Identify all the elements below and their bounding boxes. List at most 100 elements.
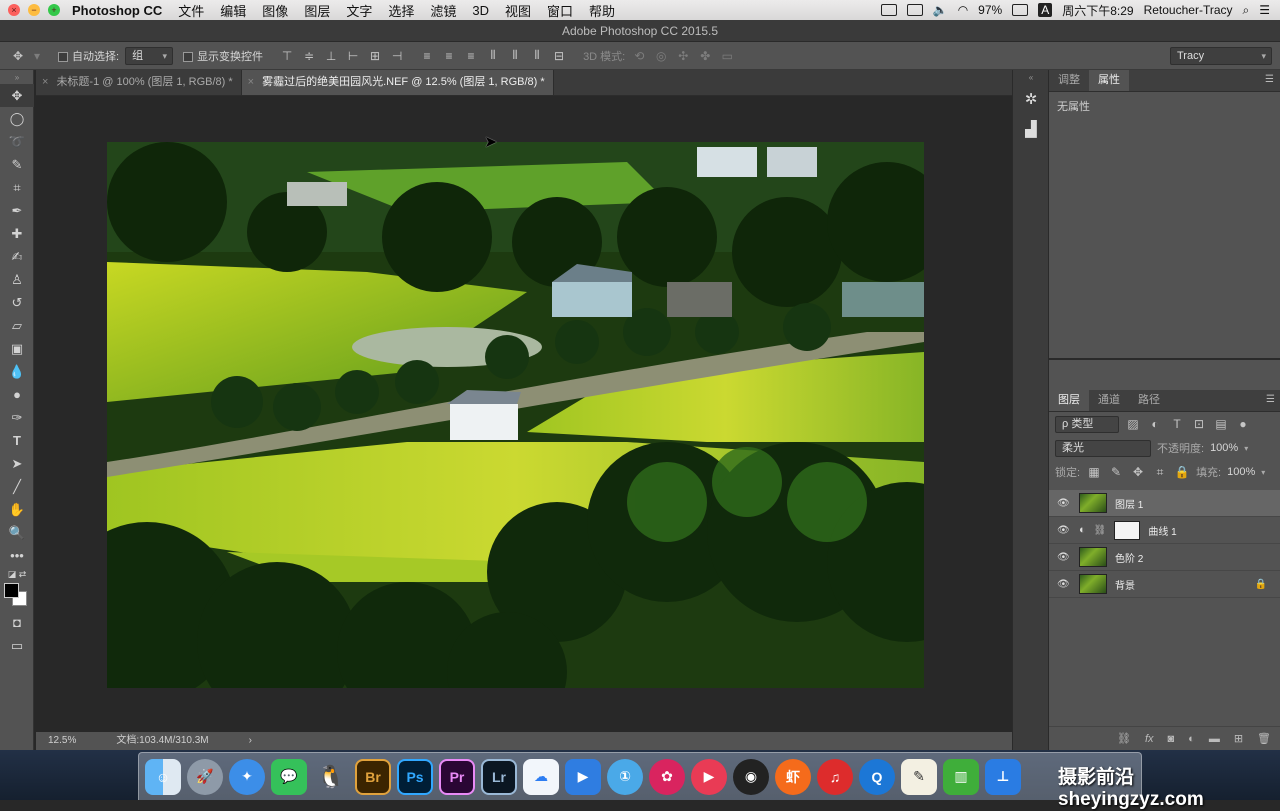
pin-app-icon[interactable]: ①	[607, 758, 643, 795]
distribute-bottom-icon[interactable]: ≡	[463, 49, 479, 63]
roll-3d-icon[interactable]: ◎	[653, 49, 669, 63]
blend-mode-dropdown[interactable]: 柔光	[1055, 439, 1151, 457]
link-layers-icon[interactable]: ⛓	[1117, 732, 1131, 745]
qq-icon[interactable]: 🐧	[313, 759, 349, 795]
close-tab-icon[interactable]: ×	[248, 76, 254, 88]
dodge-tool-icon[interactable]: ●	[0, 383, 34, 406]
panel-collapse-icon[interactable]: «	[1013, 70, 1049, 84]
type-tool-icon[interactable]: T	[0, 429, 34, 452]
layer-filter-dropdown[interactable]: ρ 类型	[1055, 415, 1119, 433]
menu-file[interactable]: 文件	[178, 1, 204, 20]
menu-window[interactable]: 窗口	[547, 1, 573, 20]
menu-edit[interactable]: 编辑	[220, 1, 246, 20]
battery-icon[interactable]	[1012, 4, 1029, 16]
eye-icon[interactable]: 👁	[1057, 579, 1071, 590]
tab-paths[interactable]: 路径	[1129, 390, 1169, 411]
more-tools-icon[interactable]: •••	[0, 544, 34, 567]
clone-stamp-tool-icon[interactable]: ♙	[0, 268, 34, 291]
delete-layer-icon[interactable]: 🗑	[1257, 732, 1271, 745]
layer-row[interactable]: 👁 图层 1	[1049, 490, 1280, 517]
eye-icon[interactable]: 👁	[1057, 498, 1071, 509]
lightroom-icon[interactable]: Lr	[481, 758, 517, 795]
workspace-dropdown[interactable]: Tracy	[1170, 46, 1272, 65]
quick-select-tool-icon[interactable]: ✎	[0, 153, 34, 176]
eyedropper-tool-icon[interactable]: ✒	[0, 199, 34, 222]
close-tab-icon[interactable]: ×	[42, 76, 48, 88]
spotlight-icon[interactable]: ⌕	[1243, 3, 1250, 18]
davinci-icon[interactable]: ✿	[649, 758, 685, 795]
new-adjustment-icon[interactable]: ◐	[1188, 733, 1195, 745]
crop-tool-icon[interactable]: ⌗	[0, 176, 34, 199]
minimize-icon[interactable]: −	[28, 4, 40, 16]
menu-3d[interactable]: 3D	[472, 3, 489, 18]
zoom-icon[interactable]: +	[48, 4, 60, 16]
filter-smart-object-icon[interactable]: ▤	[1213, 417, 1229, 431]
eye-icon[interactable]: 👁	[1057, 525, 1071, 536]
fill-dropdown-icon[interactable]: ▾	[1261, 468, 1265, 477]
q-browser-icon[interactable]: Q	[859, 758, 895, 795]
quick-mask-icon[interactable]: ◘	[0, 611, 34, 634]
distribute-right-icon[interactable]: ⫴	[529, 48, 545, 63]
panel-collapse-icon[interactable]: »	[0, 70, 34, 84]
pen-tool-icon[interactable]: ✑	[0, 406, 34, 429]
finder-icon[interactable]: ☺	[145, 758, 181, 795]
slide-3d-icon[interactable]: ✤	[697, 49, 713, 63]
add-mask-icon[interactable]: ◙	[1168, 733, 1175, 745]
layer-row[interactable]: 👁 色阶 2	[1049, 544, 1280, 571]
status-arrow-icon[interactable]: ›	[249, 732, 252, 750]
photoshop-icon[interactable]: Ps	[397, 758, 433, 795]
tab-channels[interactable]: 通道	[1089, 390, 1129, 411]
display-icon[interactable]	[906, 4, 923, 16]
eraser-tool-icon[interactable]: ▱	[0, 314, 34, 337]
tab-layers[interactable]: 图层	[1049, 390, 1089, 411]
keynote-icon[interactable]: ⊥	[985, 758, 1021, 795]
screen-mode-icon[interactable]: ▭	[0, 634, 34, 657]
safari-icon[interactable]: ✦	[229, 758, 265, 795]
layer-row[interactable]: 👁 背景 🔒	[1049, 571, 1280, 598]
marquee-tool-icon[interactable]: ◯	[0, 107, 34, 130]
orbit-3d-icon[interactable]: ⟲	[631, 49, 647, 63]
textedit-icon[interactable]: ✎	[901, 758, 937, 795]
panel-menu-icon[interactable]: ☰	[1266, 394, 1275, 405]
align-vcenter-icon[interactable]: ≑	[301, 49, 317, 63]
lock-artboard-icon[interactable]: ⌗	[1152, 465, 1168, 480]
baidu-cloud-icon[interactable]: ☁	[523, 758, 559, 795]
auto-select-checkbox[interactable]	[58, 51, 68, 62]
volume-icon[interactable]: 🔈	[933, 3, 948, 17]
drag-3d-icon[interactable]: ✣	[675, 49, 691, 63]
auto-select-dropdown[interactable]: 组	[125, 46, 174, 65]
close-icon[interactable]: ×	[8, 4, 20, 16]
zoom-tool-icon[interactable]: 🔍	[0, 521, 34, 544]
filter-shape-icon[interactable]: ⊡	[1191, 417, 1207, 431]
app-store-icon[interactable]: ▶	[565, 758, 601, 795]
distribute-vcenter-icon[interactable]: ≡	[441, 49, 457, 63]
numbers-icon[interactable]: ▥	[943, 758, 979, 795]
tab-landscape[interactable]: × 雾霾过后的绝美田园风光.NEF @ 12.5% (图层 1, RGB/8) *	[241, 70, 554, 95]
menu-filter[interactable]: 滤镜	[430, 1, 456, 20]
histogram-panel-icon[interactable]: ▟	[1013, 114, 1049, 144]
hand-tool-icon[interactable]: ✋	[0, 498, 34, 521]
new-group-icon[interactable]: ▬	[1209, 733, 1220, 745]
menu-layer[interactable]: 图层	[304, 1, 330, 20]
clock[interactable]: 周六下午8:29	[1062, 2, 1133, 19]
canvas-area[interactable]: ➤	[36, 96, 998, 732]
history-brush-tool-icon[interactable]: ↺	[0, 291, 34, 314]
lock-position-icon[interactable]: ✥	[1130, 465, 1146, 479]
filter-type-icon[interactable]: T	[1169, 417, 1185, 431]
lock-all-icon[interactable]: 🔒	[1174, 465, 1190, 479]
panel-menu-icon[interactable]: ☰	[1265, 74, 1274, 85]
xiami-icon[interactable]: 虾	[775, 758, 811, 795]
lock-transparent-icon[interactable]: ▦	[1086, 465, 1102, 479]
distribute-left-icon[interactable]: ⫴	[485, 48, 501, 63]
layer-row[interactable]: 👁 ◐ ⛓ 曲线 1	[1049, 517, 1280, 544]
obs-icon[interactable]: ◉	[733, 758, 769, 795]
tab-adjustments[interactable]: 调整	[1049, 70, 1089, 91]
brush-tool-icon[interactable]: ✍	[0, 245, 34, 268]
foreground-color[interactable]	[4, 583, 19, 598]
align-left-icon[interactable]: ⊢	[345, 49, 361, 63]
premiere-icon[interactable]: Pr	[439, 758, 475, 795]
align-top-icon[interactable]: ⊤	[279, 49, 295, 63]
screen-record-icon[interactable]	[880, 4, 897, 16]
filter-pixel-icon[interactable]: ▨	[1125, 417, 1141, 431]
notification-center-icon[interactable]: ☰	[1259, 3, 1270, 17]
